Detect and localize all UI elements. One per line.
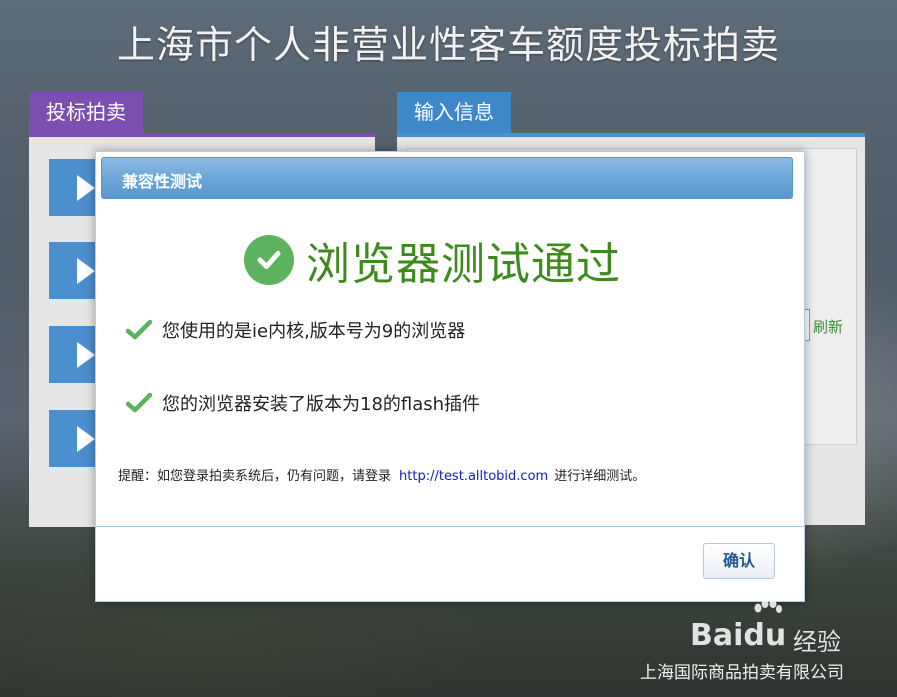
brand-du: du: [743, 618, 787, 653]
check-circle-icon: [244, 235, 294, 285]
reminder-text: 提醒：如您登录拍卖系统后，仍有问题，请登录 http://test.alltobi…: [118, 465, 645, 484]
play-icon: [77, 175, 95, 201]
test-site-link[interactable]: http://test.alltobid.com: [399, 469, 548, 484]
play-icon: [77, 342, 95, 368]
footer-company: 上海国际商品拍卖有限公司: [640, 663, 844, 683]
refresh-link[interactable]: 刷新: [813, 316, 843, 337]
flash-check-line: 您的浏览器安装了版本为18的flash插件: [126, 390, 480, 416]
baidu-jingyan-watermark: Baidu 经验: [690, 600, 880, 660]
reminder-prefix: 提醒：如您登录拍卖系统后，仍有问题，请登录: [118, 469, 392, 484]
brand-bai: Bai: [690, 618, 744, 653]
compatibility-dialog: 兼容性测试 浏览器测试通过 您使用的是ie内核,版本号为9的浏览器 您的浏览器安…: [95, 151, 805, 602]
test-result: 浏览器测试通过: [244, 230, 621, 290]
result-text: 浏览器测试通过: [306, 239, 621, 290]
page-title: 上海市个人非营业性客车额度投标拍卖: [116, 23, 780, 67]
dialog-header: 兼容性测试: [101, 157, 793, 199]
dialog-title: 兼容性测试: [122, 172, 203, 191]
flash-check-text: 您的浏览器安装了版本为18的flash插件: [162, 394, 481, 415]
browser-check-text: 您使用的是ie内核,版本号为9的浏览器: [162, 321, 466, 342]
confirm-button[interactable]: 确认: [703, 543, 775, 579]
brand-jingyan: 经验: [793, 628, 841, 656]
browser-check-line: 您使用的是ie内核,版本号为9的浏览器: [126, 317, 465, 343]
play-icon: [77, 258, 95, 284]
check-icon: [126, 392, 152, 413]
tab-bid-auction[interactable]: 投标拍卖: [29, 92, 143, 134]
check-icon: [126, 319, 152, 340]
reminder-suffix: 进行详细测试。: [554, 469, 646, 484]
baidu-logo: Baidu: [690, 618, 786, 653]
tab-input-info[interactable]: 输入信息: [397, 92, 511, 134]
dialog-divider: [96, 526, 804, 527]
play-icon: [77, 426, 95, 452]
